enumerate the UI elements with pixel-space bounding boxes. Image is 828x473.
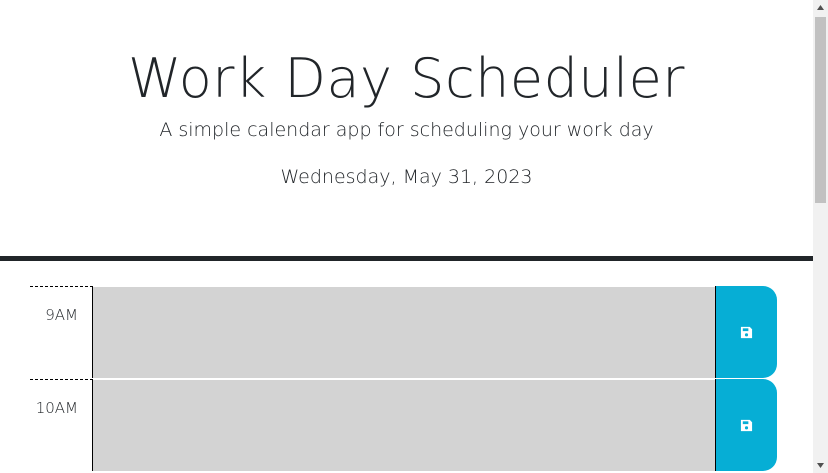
scroll-up-arrow (817, 5, 824, 10)
triangle-up-icon[interactable] (813, 0, 828, 15)
hour-label: 10AM (30, 379, 93, 471)
save-icon (740, 419, 753, 431)
scrollbar-thumb[interactable] (815, 17, 826, 203)
description-input[interactable] (93, 286, 715, 378)
save-icon (740, 326, 753, 338)
page: Work Day Scheduler A simple calendar app… (0, 0, 813, 473)
page-title: Work Day Scheduler (127, 47, 686, 110)
scroll-down-arrow (817, 463, 824, 468)
save-button[interactable] (715, 286, 777, 378)
triangle-down-icon[interactable] (813, 458, 828, 473)
time-block-list: 9AM 10AM (30, 286, 777, 472)
jumbotron-header: Work Day Scheduler A simple calendar app… (0, 0, 813, 261)
time-block-10am: 10AM (30, 379, 777, 471)
current-day: Wednesday, May 31, 2023 (280, 166, 533, 188)
description-input[interactable] (93, 379, 715, 471)
save-button[interactable] (715, 379, 777, 471)
hour-label: 9AM (30, 286, 93, 378)
page-subtitle: A simple calendar app for scheduling you… (159, 119, 654, 141)
vertical-scrollbar[interactable] (813, 0, 828, 473)
time-block-9am: 9AM (30, 286, 777, 378)
